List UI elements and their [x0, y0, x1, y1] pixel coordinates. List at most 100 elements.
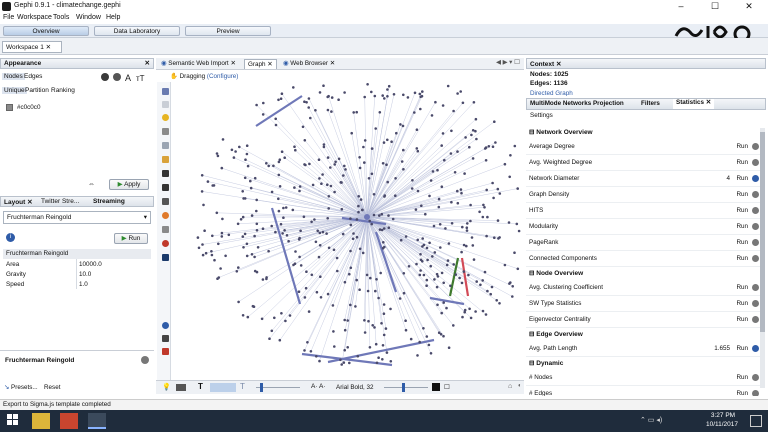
close-icon[interactable]: ✕ [145, 59, 150, 67]
graph-node[interactable] [431, 170, 435, 173]
info-icon[interactable] [752, 374, 759, 381]
clock-time[interactable]: 3:27 PM [706, 412, 740, 419]
graph-node[interactable] [341, 232, 345, 236]
graph-node[interactable] [357, 204, 360, 208]
graph-node[interactable] [213, 258, 216, 262]
graph-node[interactable] [487, 145, 491, 148]
graph-node[interactable] [220, 231, 224, 235]
edge-display-toggle[interactable] [210, 383, 236, 392]
graph-node[interactable] [321, 173, 324, 176]
graph-node[interactable] [469, 203, 472, 207]
menu-window[interactable]: Window [76, 14, 101, 21]
graph-node[interactable] [465, 244, 468, 248]
graph-node[interactable] [515, 222, 519, 226]
graph-node[interactable] [220, 166, 224, 170]
graph-node[interactable] [425, 335, 429, 338]
bulb-icon[interactable]: 💡 [162, 383, 171, 391]
graph-node[interactable] [349, 266, 353, 270]
run-stat-button[interactable]: Run [736, 191, 748, 198]
prop-area-value[interactable]: 10000.0 [79, 261, 102, 268]
graph-node[interactable] [481, 279, 485, 282]
run-stat-button[interactable]: Run [736, 390, 748, 396]
workspace-tab[interactable]: Workspace 1 ✕ [2, 41, 62, 53]
graph-node[interactable] [442, 281, 446, 285]
graph-node[interactable] [358, 288, 361, 291]
graph-node[interactable] [456, 150, 459, 153]
run-stat-button[interactable]: Run [736, 223, 748, 230]
graph-node[interactable] [304, 286, 308, 290]
pencil-icon[interactable] [162, 170, 169, 177]
graph-node[interactable] [367, 177, 371, 180]
graph-node[interactable] [333, 345, 336, 348]
maximize-button[interactable]: ☐ [700, 0, 730, 13]
powerpoint-icon[interactable] [60, 413, 78, 429]
home-icon[interactable]: ⌂ [508, 383, 512, 390]
graph-node[interactable] [340, 363, 343, 366]
graph-node[interactable] [370, 90, 373, 94]
graph-node[interactable] [465, 229, 469, 232]
graph-node[interactable] [303, 296, 307, 299]
graph-node[interactable] [221, 217, 224, 221]
graph-node[interactable] [442, 334, 445, 338]
edge-pencil-icon[interactable] [162, 184, 169, 191]
graph-node[interactable] [441, 104, 445, 107]
graph-node[interactable] [343, 280, 347, 284]
clock-date[interactable]: 10/11/2017 [702, 421, 742, 428]
graph-node[interactable] [460, 191, 463, 195]
graph-node[interactable] [314, 109, 317, 112]
graph-node[interactable] [475, 137, 478, 141]
graph-node[interactable] [245, 242, 249, 246]
graph-node[interactable] [280, 92, 284, 95]
graph-node[interactable] [309, 350, 313, 353]
graph-node[interactable] [288, 314, 292, 317]
graph-node[interactable] [340, 207, 344, 211]
info-icon[interactable] [752, 390, 759, 396]
tab-preview[interactable]: Preview [185, 26, 271, 36]
graph-node[interactable] [366, 83, 369, 86]
tab-graph[interactable]: Graph ✕ [244, 59, 277, 69]
graph-node[interactable] [516, 267, 520, 271]
graph-node[interactable] [411, 179, 414, 182]
graph-node[interactable] [390, 140, 393, 143]
graph-node[interactable] [470, 236, 474, 239]
graph-node[interactable] [242, 246, 245, 249]
graph-node[interactable] [245, 254, 249, 258]
graph-node[interactable] [363, 139, 367, 142]
graph-node[interactable] [280, 312, 283, 315]
run-stat-button[interactable]: Run [736, 143, 748, 150]
graph-node[interactable] [363, 95, 366, 99]
graph-node[interactable] [308, 162, 311, 166]
graph-node[interactable] [485, 234, 488, 238]
graph-node[interactable] [355, 278, 358, 282]
graph-node[interactable] [516, 187, 519, 190]
graph-node[interactable] [439, 246, 442, 249]
graph-node[interactable] [446, 259, 450, 262]
zoom-icon[interactable] [162, 322, 169, 329]
close-icon[interactable]: ✕ [330, 60, 335, 67]
graph-node[interactable] [282, 206, 285, 210]
graph-node[interactable] [211, 234, 214, 238]
graph-node[interactable] [413, 91, 417, 95]
graph-node[interactable] [453, 171, 457, 174]
graph-node[interactable] [238, 145, 241, 149]
graph-node[interactable] [255, 270, 259, 274]
graph-node[interactable] [496, 219, 500, 222]
graph-node[interactable] [424, 212, 427, 216]
close-icon[interactable]: ✕ [27, 199, 32, 206]
graph-node[interactable] [463, 172, 466, 175]
graph-node[interactable] [389, 307, 392, 311]
graph-node[interactable] [478, 210, 481, 214]
graph-node[interactable] [444, 227, 447, 230]
reset-colors-icon[interactable]: ⇔ [88, 181, 95, 188]
graph-node[interactable] [421, 260, 424, 263]
edge-scale-thumb[interactable] [260, 383, 263, 392]
graph-node[interactable] [326, 108, 330, 112]
graph-node[interactable] [315, 355, 318, 358]
graph-node[interactable] [303, 349, 306, 352]
graph-node[interactable] [340, 181, 343, 184]
tab-twitter-streaming[interactable]: Twitter Stre... [41, 198, 79, 205]
graph-node[interactable] [220, 235, 224, 238]
graph-node[interactable] [446, 84, 450, 88]
graph-node[interactable] [447, 242, 451, 245]
graph-node[interactable] [365, 273, 369, 277]
